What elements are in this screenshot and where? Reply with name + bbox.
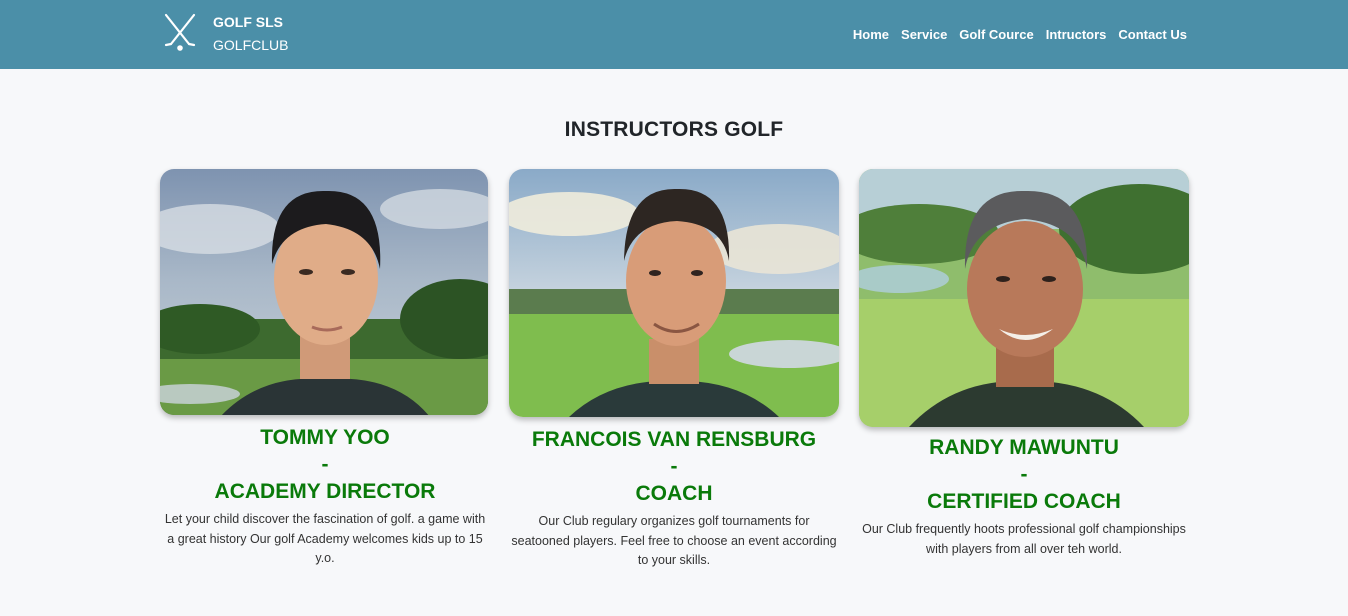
brand[interactable]: GOLF SLS GOLFCLUB [160, 11, 288, 55]
instructor-name-block-2: FRANCOIS VAN RENSBURG - COACH [509, 426, 839, 507]
instructor-name-block-1: TOMMY YOO - ACADEMY DIRECTOR [160, 424, 490, 505]
nav-link-instructors[interactable]: Intructors [1046, 26, 1107, 44]
name-separator: - [670, 455, 678, 478]
instructor-role: CERTIFIED COACH [927, 490, 1121, 513]
crossed-golf-clubs-icon [164, 13, 196, 51]
navbar: GOLF SLS GOLFCLUB Home Service Golf Cour… [0, 0, 1348, 69]
instructor-card-1: TOMMY YOO - ACADEMY DIRECTOR Let your ch… [160, 169, 490, 569]
instructor-name: TOMMY YOO [260, 426, 390, 449]
instructor-role: COACH [635, 482, 713, 505]
instructor-card-2: FRANCOIS VAN RENSBURG - COACH Our Club r… [509, 169, 839, 571]
instructor-description: Our Club frequently hoots professional g… [862, 522, 1186, 556]
instructor-description: Our Club regulary organizes golf tournam… [511, 514, 837, 567]
nav-link-golf-course[interactable]: Golf Cource [959, 26, 1033, 44]
instructor-name: FRANCOIS VAN RENSBURG [531, 428, 817, 451]
nav-link-home[interactable]: Home [853, 26, 889, 44]
name-separator: - [321, 453, 329, 476]
nav-link-service[interactable]: Service [901, 26, 947, 44]
nav-menu: Home Service Golf Cource Intructors Cont… [853, 26, 1187, 44]
instructor-card-3: RANDY MAWUNTU - CERTIFIED COACH Our Club… [859, 169, 1189, 559]
brand-subtitle: GOLFCLUB [213, 37, 289, 53]
brand-title: GOLF SLS [213, 14, 283, 30]
name-separator: - [1020, 463, 1028, 486]
instructor-name-block-3: RANDY MAWUNTU - CERTIFIED COACH [859, 434, 1189, 515]
instructor-role: ACADEMY DIRECTOR [214, 480, 436, 503]
instructor-name: RANDY MAWUNTU [929, 436, 1119, 459]
nav-link-contact[interactable]: Contact Us [1118, 26, 1187, 44]
page-title: INSTRUCTORS GOLF [564, 118, 784, 141]
instructor-photo-2 [509, 169, 839, 417]
instructor-photo-1 [160, 169, 488, 415]
instructor-photo-3 [859, 169, 1189, 427]
instructor-description: Let your child discover the fascination … [164, 512, 486, 565]
